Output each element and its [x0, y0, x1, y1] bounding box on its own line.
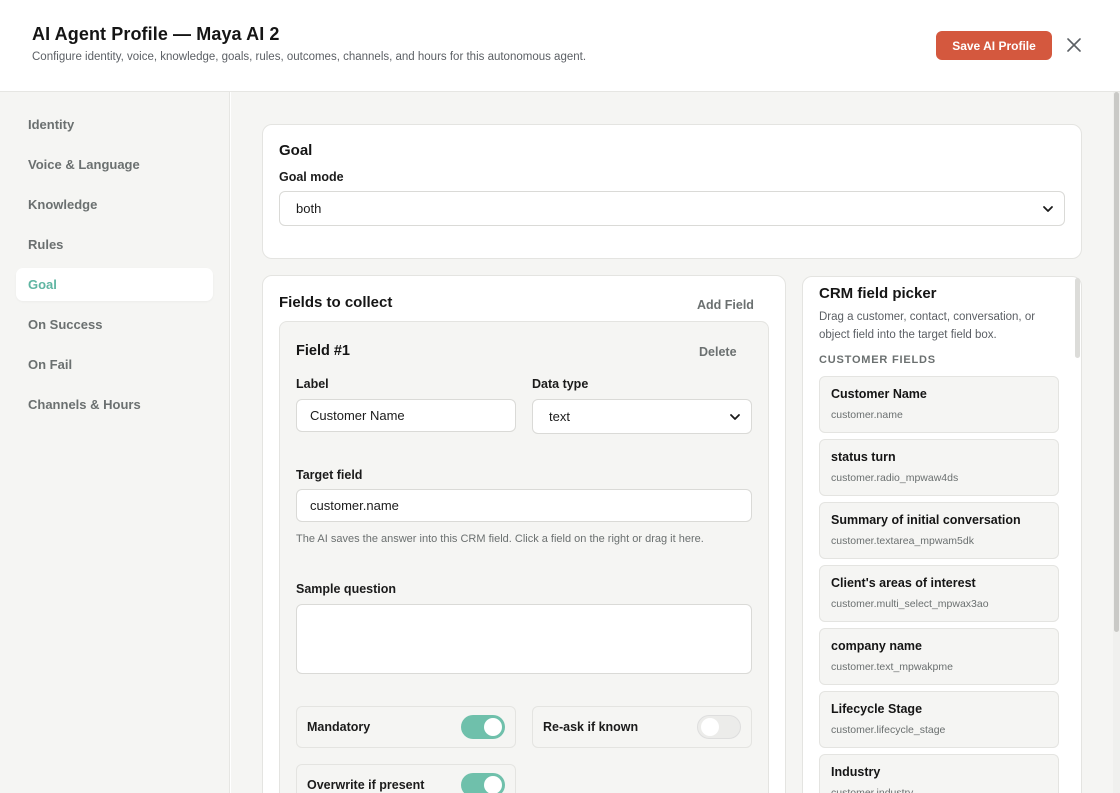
chevron-down-icon	[1043, 206, 1053, 212]
sidebar-item-channels-hours[interactable]: Channels & Hours	[16, 388, 213, 421]
close-icon[interactable]	[1062, 33, 1086, 57]
crm-field-key: customer.text_mpwakpme	[831, 661, 953, 673]
crm-field-item[interactable]: Summary of initial conversation customer…	[819, 502, 1059, 559]
overwrite-label: Overwrite if present	[307, 778, 425, 792]
crm-field-key: customer.textarea_mpwam5dk	[831, 535, 974, 547]
sidebar-item-rules[interactable]: Rules	[16, 228, 213, 261]
chevron-down-icon	[730, 414, 740, 420]
target-field-input[interactable]: customer.name	[296, 489, 752, 522]
add-field-button[interactable]: Add Field	[697, 298, 754, 312]
reask-toggle[interactable]	[697, 715, 741, 739]
crm-field-key: customer.radio_mpwaw4ds	[831, 472, 959, 484]
crm-field-key: customer.lifecycle_stage	[831, 724, 946, 736]
goal-heading: Goal	[279, 142, 313, 159]
data-type-label: Data type	[532, 377, 589, 391]
fields-heading: Fields to collect	[279, 294, 393, 311]
crm-field-item[interactable]: Client's areas of interest customer.mult…	[819, 565, 1059, 622]
crm-field-key: customer.industry	[831, 787, 914, 793]
crm-description: Drag a customer, contact, conversation, …	[819, 311, 1036, 341]
crm-field-key: customer.multi_select_mpwax3ao	[831, 598, 989, 610]
crm-field-name: Industry	[831, 765, 881, 779]
page-subtitle: Configure identity, voice, knowledge, go…	[32, 51, 587, 63]
data-type-select[interactable]: text	[532, 399, 752, 434]
crm-field-key: customer.name	[831, 409, 903, 421]
main-scrollbar-thumb[interactable]	[1114, 92, 1119, 632]
goal-mode-label: Goal mode	[279, 170, 344, 184]
sidebar-item-voice-language[interactable]: Voice & Language	[16, 148, 213, 181]
modal-header: AI Agent Profile — Maya AI 2 Configure i…	[0, 0, 1120, 92]
delete-field-button[interactable]: Delete	[699, 345, 737, 359]
goal-mode-select[interactable]: both	[279, 191, 1065, 226]
sample-question-label: Sample question	[296, 582, 397, 596]
mandatory-toggle-row: Mandatory	[296, 706, 516, 748]
crm-section-heading: CUSTOMER FIELDS	[819, 354, 936, 366]
reask-label: Re-ask if known	[543, 720, 639, 734]
crm-field-name: Summary of initial conversation	[831, 513, 1021, 527]
crm-field-item[interactable]: status turn customer.radio_mpwaw4ds	[819, 439, 1059, 496]
save-ai-profile-button[interactable]: Save AI Profile	[936, 31, 1052, 60]
crm-field-item[interactable]: company name customer.text_mpwakpme	[819, 628, 1059, 685]
crm-field-name: Customer Name	[831, 387, 927, 401]
target-field-label: Target field	[296, 468, 363, 482]
crm-field-item[interactable]: Customer Name customer.name	[819, 376, 1059, 433]
field-heading: Field #1	[296, 343, 350, 359]
page-title: AI Agent Profile — Maya AI 2	[32, 24, 280, 44]
goal-mode-value: both	[296, 201, 322, 216]
data-type-value: text	[549, 409, 570, 424]
sidebar-item-on-fail[interactable]: On Fail	[16, 348, 213, 381]
target-field-help: The AI saves the answer into this CRM fi…	[296, 533, 704, 545]
crm-field-name: Client's areas of interest	[831, 576, 976, 590]
sidebar-item-on-success[interactable]: On Success	[16, 308, 213, 341]
crm-title: CRM field picker	[819, 285, 937, 302]
crm-field-item[interactable]: Industry customer.industry	[819, 754, 1059, 793]
sidebar-item-knowledge[interactable]: Knowledge	[16, 188, 213, 221]
sidebar-item-goal[interactable]: Goal	[16, 268, 213, 301]
sidebar-item-identity[interactable]: Identity	[16, 108, 213, 141]
mandatory-toggle[interactable]	[461, 715, 505, 739]
crm-field-name: Lifecycle Stage	[831, 702, 923, 716]
sample-question-textarea[interactable]	[296, 604, 752, 674]
reask-toggle-row: Re-ask if known	[532, 706, 752, 748]
crm-field-item[interactable]: Lifecycle Stage customer.lifecycle_stage	[819, 691, 1059, 748]
overwrite-toggle-row: Overwrite if present	[296, 764, 516, 793]
crm-field-name: company name	[831, 639, 923, 653]
crm-field-name: status turn	[831, 450, 896, 464]
overwrite-toggle[interactable]	[461, 773, 505, 793]
field-label-label: Label	[296, 377, 329, 391]
crm-scrollbar[interactable]	[1075, 278, 1080, 358]
field-label-input[interactable]: Customer Name	[296, 399, 516, 432]
mandatory-label: Mandatory	[307, 720, 371, 734]
